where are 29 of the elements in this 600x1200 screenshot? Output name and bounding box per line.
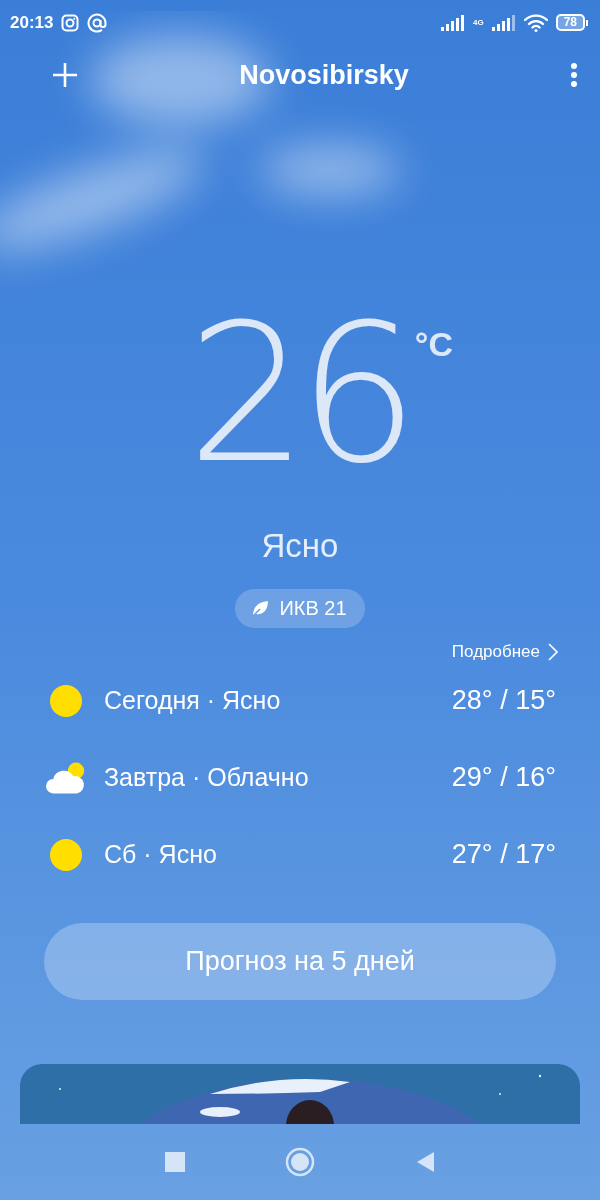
back-icon[interactable] — [415, 1151, 435, 1173]
forecast-day-label: Завтра · Облачно — [104, 763, 310, 792]
status-time: 20:13 — [10, 12, 54, 33]
city-title: Novosibirsky — [238, 59, 410, 91]
temperature-unit: °C — [414, 325, 453, 364]
current-temperature: 26 — [187, 315, 409, 475]
details-link[interactable]: Подробнее — [451, 642, 558, 662]
forecast-temperature: 27° / 17° — [451, 839, 556, 870]
forecast-temperature: 29° / 16° — [451, 762, 556, 793]
at-sign-icon — [87, 12, 108, 33]
network-type: 4G — [472, 18, 484, 27]
sun-icon — [49, 683, 83, 718]
five-day-forecast-button[interactable]: Прогноз на 5 дней — [44, 923, 556, 1000]
signal-icon — [440, 14, 465, 31]
chevron-right-icon — [548, 643, 558, 661]
battery-level: 78 — [555, 14, 585, 31]
forecast-temperature: 28° / 15° — [451, 685, 556, 716]
forecast-day-label: Сегодня · Ясно — [104, 686, 282, 715]
add-icon[interactable] — [52, 62, 78, 88]
air-quality-button[interactable]: ИКВ 21 — [235, 589, 365, 628]
weather-condition: Ясно — [260, 527, 340, 565]
home-icon[interactable] — [285, 1147, 315, 1177]
camera-app-icon — [61, 13, 80, 32]
sun-icon — [49, 837, 83, 872]
more-options-icon[interactable] — [570, 62, 578, 88]
wifi-icon — [523, 13, 548, 32]
signal-icon — [491, 14, 516, 31]
leaf-icon — [251, 599, 270, 618]
forecast-day-label: Сб · Ясно — [104, 840, 218, 869]
